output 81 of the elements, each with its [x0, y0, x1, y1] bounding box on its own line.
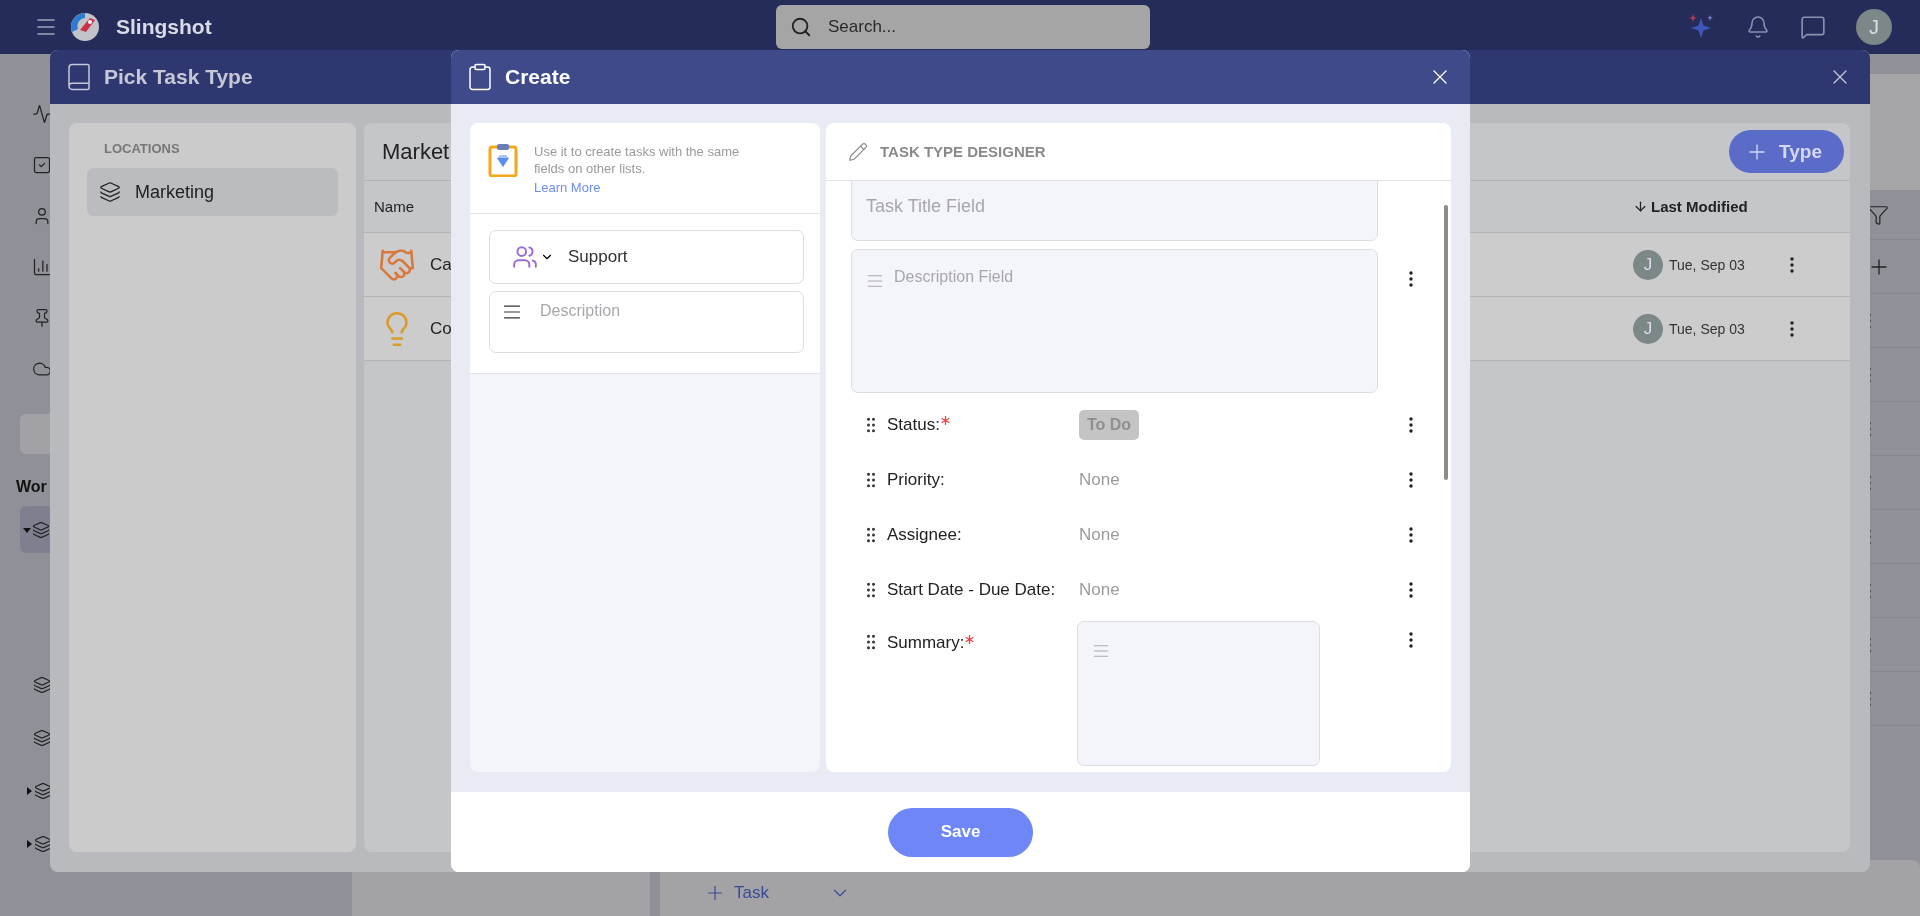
dialog-title: Pick Task Type — [104, 65, 253, 89]
more-icon — [1790, 256, 1794, 273]
description-field[interactable]: Description Field — [851, 249, 1378, 393]
description-field[interactable]: Description — [489, 291, 804, 353]
add-task-button[interactable]: Task — [704, 882, 769, 904]
table-cell: Co — [430, 318, 452, 339]
field-value: None — [1079, 524, 1120, 545]
more-button[interactable] — [1409, 471, 1413, 488]
caret-right-icon[interactable] — [25, 839, 33, 848]
more-icon — [1409, 471, 1413, 488]
name-input[interactable]: Support — [568, 247, 793, 267]
description-input[interactable]: Description Field — [894, 268, 1367, 286]
layers-icon — [33, 728, 51, 747]
required-icon — [940, 416, 950, 425]
text-lines-icon — [866, 272, 884, 290]
table-cell: Tue, Sep 03 — [1669, 320, 1745, 337]
layers-icon — [34, 781, 52, 800]
filter-icon[interactable] — [1867, 203, 1889, 226]
dialog-title: Create — [505, 65, 571, 89]
search-field[interactable]: Search... — [776, 5, 1150, 49]
field-value: None — [1079, 579, 1120, 600]
description-input[interactable]: Description — [540, 302, 793, 320]
title-input[interactable]: Task Title Field — [866, 195, 1367, 217]
field-label: Priority: — [887, 469, 946, 490]
more-icon — [1409, 271, 1413, 287]
section-label: Wor — [16, 478, 48, 496]
more-icon — [1409, 632, 1413, 648]
caret-down-icon[interactable] — [23, 525, 31, 534]
more-button[interactable] — [1409, 416, 1413, 433]
more-button[interactable] — [1409, 271, 1413, 287]
save-button[interactable]: Save — [888, 807, 1033, 857]
tree-item[interactable] — [20, 506, 50, 553]
user-avatar: J — [1633, 249, 1663, 280]
required-icon — [965, 634, 975, 644]
app-name: Slingshot — [116, 15, 212, 39]
more-button[interactable] — [1409, 632, 1413, 648]
field-label: Summary: — [887, 617, 1079, 653]
bar-chart-icon[interactable] — [32, 256, 52, 277]
section-heading: LOCATIONS — [103, 141, 181, 156]
pulse-icon[interactable] — [32, 103, 52, 124]
summary-field[interactable] — [1077, 621, 1320, 766]
layers-icon — [34, 834, 52, 853]
bell-icon[interactable] — [1746, 15, 1770, 39]
column-header[interactable]: Last Modified — [1633, 198, 1748, 215]
info-text: Use it to create tasks with the same fields on other lists. — [534, 143, 741, 177]
more-icon — [1790, 320, 1794, 337]
field-label: Status: — [887, 414, 1079, 435]
search-input[interactable]: Search... — [826, 16, 1136, 38]
location-item[interactable]: Marketing — [87, 168, 338, 216]
user-avatar: J — [1633, 313, 1663, 344]
text-lines-icon — [1092, 642, 1110, 660]
checkbox-icon[interactable] — [32, 154, 52, 175]
learn-more-link[interactable]: Learn More — [534, 179, 601, 196]
arrow-down-icon — [1633, 199, 1648, 214]
field-label: Start Date - Due Date: — [887, 579, 1057, 600]
layers-icon — [32, 520, 50, 539]
message-icon[interactable] — [1800, 14, 1826, 40]
logo-icon — [70, 12, 100, 42]
name-field[interactable]: Support — [489, 230, 804, 284]
pencil-icon — [848, 141, 868, 162]
caret-right-icon[interactable] — [25, 786, 33, 795]
people-icon — [512, 244, 538, 270]
section-heading: TASK TYPE DESIGNER — [880, 143, 1046, 160]
column-header: Name — [374, 198, 414, 215]
more-button[interactable] — [1409, 526, 1413, 543]
layers-icon — [99, 181, 121, 203]
field-value: None — [1079, 469, 1120, 490]
user-avatar[interactable]: J — [1856, 9, 1892, 45]
clipboard-icon — [488, 143, 518, 177]
more-icon — [1409, 581, 1413, 598]
list-title: Market — [382, 138, 450, 165]
more-icon — [1409, 526, 1413, 543]
search-icon — [790, 16, 812, 38]
table-cell: Ca — [430, 254, 452, 275]
layers-icon — [33, 675, 51, 694]
more-button[interactable] — [1409, 581, 1413, 598]
field-label: Assignee: — [887, 524, 963, 545]
more-icon — [1409, 416, 1413, 433]
add-type-button[interactable]: Type — [1729, 130, 1844, 173]
title-field[interactable]: Task Title Field — [851, 181, 1378, 241]
table-cell: Tue, Sep 03 — [1669, 256, 1745, 273]
